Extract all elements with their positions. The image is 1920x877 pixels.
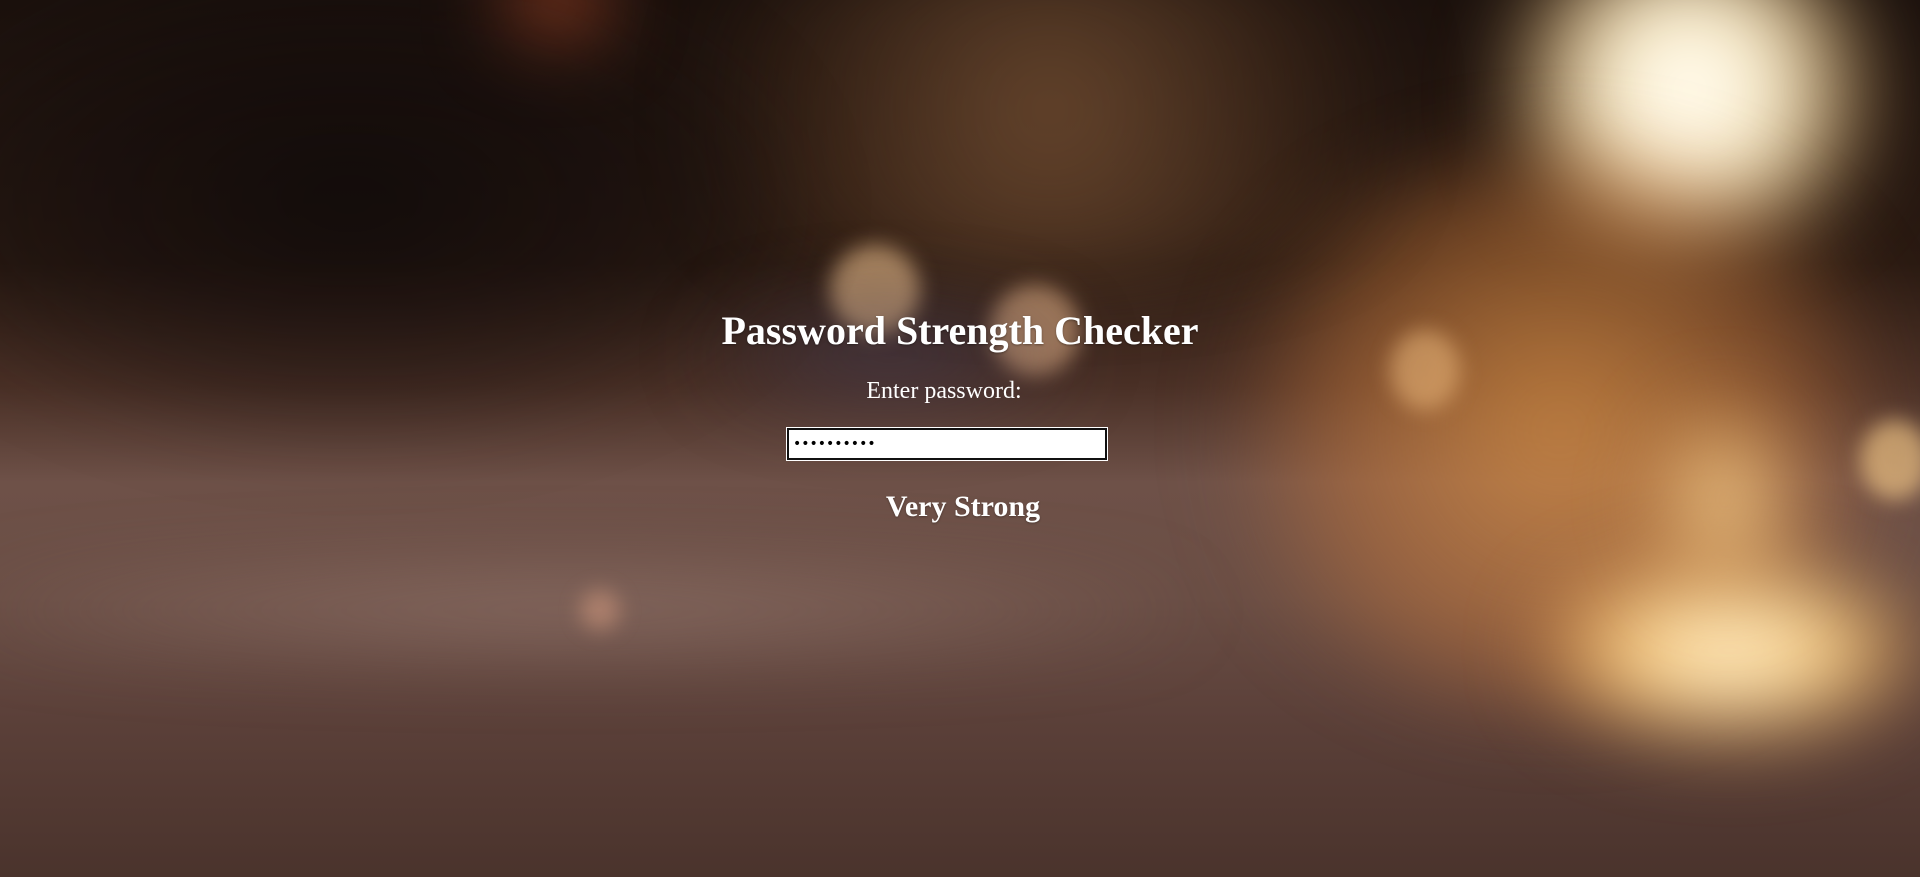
- page-title: Password Strength Checker: [721, 308, 1199, 353]
- password-input[interactable]: [786, 427, 1108, 461]
- strength-result: Very Strong: [885, 490, 1041, 523]
- bokeh-light: [580, 590, 620, 630]
- checker-panel: Password Strength Checker Enter password…: [0, 300, 1920, 524]
- password-label: Enter password:: [866, 378, 1022, 404]
- password-field-wrap: [0, 427, 1920, 461]
